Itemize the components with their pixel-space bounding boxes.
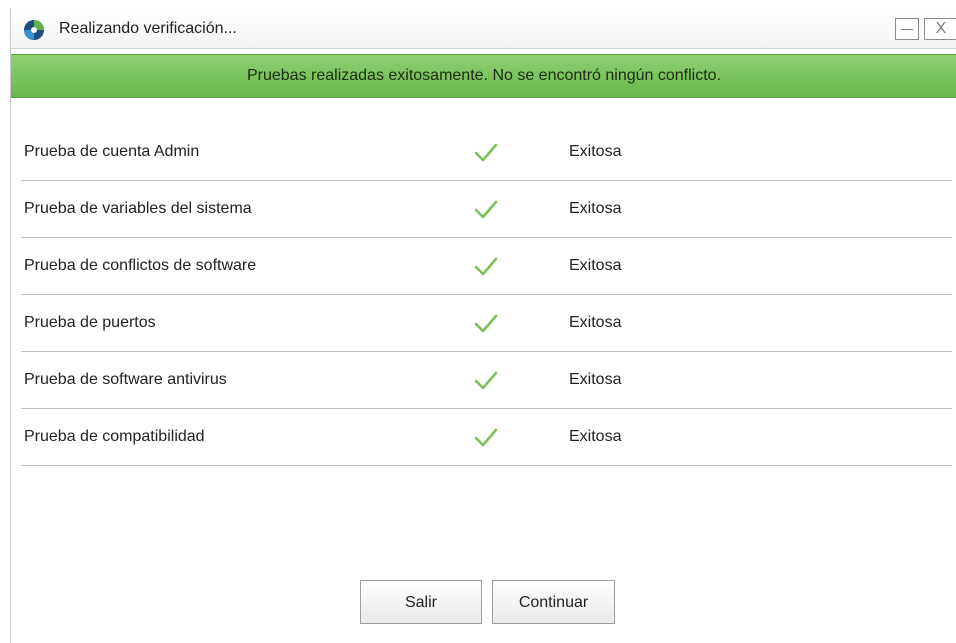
test-name: Prueba de conflictos de software <box>24 257 257 274</box>
title-bar[interactable]: Realizando verificación... X <box>11 8 956 49</box>
test-name: Prueba de variables del sistema <box>24 200 252 217</box>
test-name: Prueba de puertos <box>24 314 156 331</box>
minimize-button[interactable] <box>895 18 919 40</box>
test-row-system-variables: Prueba de variables del sistema Exitosa <box>21 182 952 238</box>
test-name: Prueba de cuenta Admin <box>24 143 200 160</box>
test-result: Exitosa <box>569 143 622 160</box>
test-result: Exitosa <box>569 314 622 331</box>
test-result: Exitosa <box>569 428 622 445</box>
check-icon <box>474 200 498 219</box>
test-row-admin-account: Prueba de cuenta Admin Exitosa <box>21 125 952 181</box>
test-row-software-conflicts: Prueba de conflictos de software Exitosa <box>21 239 952 295</box>
check-icon <box>474 257 498 276</box>
test-results-list: Prueba de cuenta Admin Exitosa Prueba de… <box>21 125 952 467</box>
continue-button[interactable]: Continuar <box>492 580 615 624</box>
test-name: Prueba de compatibilidad <box>24 428 205 445</box>
test-result: Exitosa <box>569 371 622 388</box>
minimize-icon <box>901 29 913 30</box>
check-icon <box>474 314 498 333</box>
test-row-antivirus: Prueba de software antivirus Exitosa <box>21 353 952 409</box>
test-name: Prueba de software antivirus <box>24 371 227 388</box>
window-title: Realizando verificación... <box>59 20 237 37</box>
close-icon: X <box>935 20 947 37</box>
test-row-compatibility: Prueba de compatibilidad Exitosa <box>21 410 952 466</box>
close-button[interactable]: X <box>924 18 956 40</box>
check-icon <box>474 143 498 162</box>
check-icon <box>474 428 498 447</box>
test-result: Exitosa <box>569 200 622 217</box>
success-banner: Pruebas realizadas exitosamente. No se e… <box>11 54 956 98</box>
app-logo-icon <box>24 20 44 40</box>
check-icon <box>474 371 498 390</box>
verification-dialog: Realizando verificación... X Pruebas rea… <box>10 8 956 643</box>
test-result: Exitosa <box>569 257 622 274</box>
test-row-ports: Prueba de puertos Exitosa <box>21 296 952 352</box>
exit-button[interactable]: Salir <box>360 580 482 624</box>
